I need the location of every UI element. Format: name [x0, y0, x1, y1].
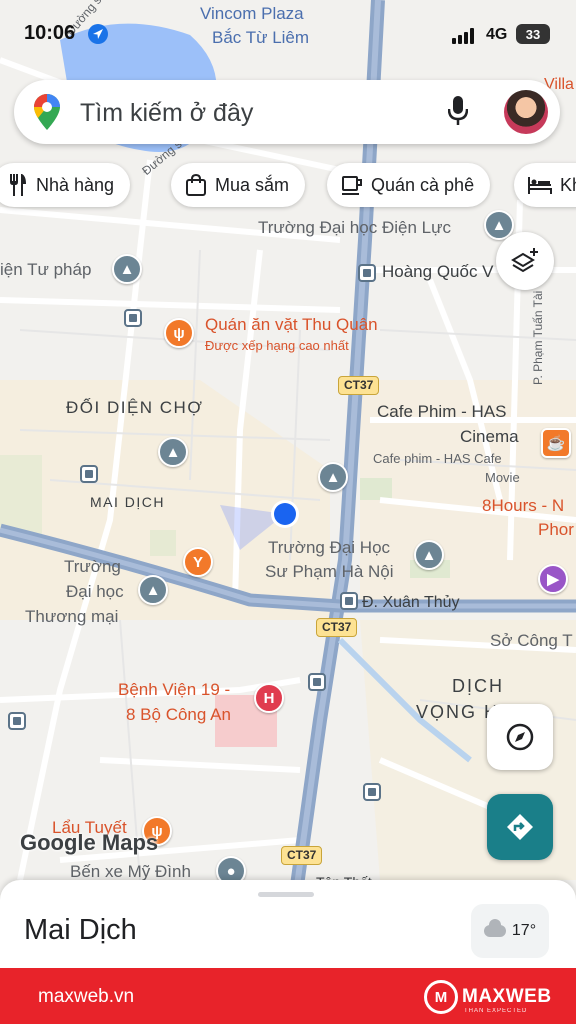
compass-icon: [506, 723, 534, 751]
fork-knife-icon: [6, 174, 28, 196]
street-label: Đ. Xuân Thủy: [362, 594, 460, 611]
chip-coffee[interactable]: Quán cà phê: [327, 163, 491, 207]
google-maps-pin-icon: [34, 94, 60, 130]
map-label[interactable]: Quán ăn vặt Thu Quân: [205, 315, 378, 335]
drag-handle[interactable]: [258, 892, 314, 897]
bar-icon[interactable]: Y: [183, 547, 213, 577]
bus-stop-icon[interactable]: [358, 264, 376, 282]
bus-stop-icon[interactable]: [363, 783, 381, 801]
chip-label: Mua sắm: [215, 174, 290, 195]
street-label: Hoàng Quốc V: [382, 262, 494, 281]
chip-label: Kh: [560, 174, 576, 195]
restaurant-icon[interactable]: ψ: [164, 318, 194, 348]
maxweb-logo-icon: M: [424, 980, 458, 1014]
road-shield: CT37: [338, 376, 380, 396]
brand-tagline: THAN EXPECTED: [464, 1008, 528, 1014]
cafe-icon[interactable]: ☕: [541, 428, 571, 458]
school-icon[interactable]: ▲: [138, 575, 168, 605]
map-label-sub: Cafe phim - HAS Cafe: [373, 451, 502, 466]
map-label[interactable]: Trường Đại học Điện Lực: [258, 218, 451, 238]
signal-icon: [452, 28, 474, 44]
road-shield: CT37: [281, 846, 323, 866]
map-label[interactable]: Bệnh Viện 19 -: [118, 680, 230, 700]
chip-restaurants[interactable]: Nhà hàng: [0, 163, 131, 207]
map-label-sub: Được xếp hạng cao nhất: [205, 338, 349, 353]
bus-stop-icon[interactable]: [308, 673, 326, 691]
status-time: 10:06: [24, 22, 76, 44]
chip-shopping[interactable]: Mua sắm: [171, 163, 306, 207]
battery-icon: 33: [516, 24, 550, 44]
cloud-icon: [483, 919, 506, 937]
directions-icon: [507, 814, 533, 840]
area-label: ĐỐI DIỆN CHỢ: [66, 398, 204, 417]
microphone-icon[interactable]: [448, 96, 468, 126]
weather-badge[interactable]: 17°: [471, 904, 549, 958]
layers-icon: [511, 248, 538, 273]
school-icon[interactable]: ▲: [414, 540, 444, 570]
map-label[interactable]: Sư Phạm Hà Nội: [265, 562, 394, 582]
map-label[interactable]: Đại học: [66, 582, 124, 602]
map-label[interactable]: Trường: [64, 557, 121, 577]
directions-button[interactable]: [487, 794, 553, 860]
hospital-icon[interactable]: H: [254, 683, 284, 713]
network-type: 4G: [486, 26, 508, 43]
footer-site: maxweb.vn: [38, 986, 135, 1007]
shopping-bag-icon: [185, 174, 207, 196]
brand-name: MAXWEB: [462, 986, 552, 1007]
map-label[interactable]: Cafe Phim - HAS: [377, 402, 506, 422]
area-label: DỊCH: [452, 676, 504, 696]
chip-label: Quán cà phê: [371, 174, 475, 195]
chip-label: Nhà hàng: [36, 174, 115, 195]
map-label[interactable]: Cinema: [460, 427, 519, 447]
location-arrow-icon: [88, 24, 108, 44]
map-label-sub: Movie: [485, 470, 520, 485]
map-label[interactable]: 8 Bộ Công An: [126, 705, 231, 725]
map-label[interactable]: Phor: [538, 520, 574, 540]
map-label[interactable]: Sở Công T: [490, 631, 573, 651]
school-icon[interactable]: ▲: [318, 462, 348, 492]
bus-stop-icon[interactable]: [8, 712, 26, 730]
bus-stop-icon[interactable]: [124, 309, 142, 327]
temperature: 17°: [511, 922, 537, 939]
avatar[interactable]: [504, 90, 548, 134]
status-bar: 10:06 4G 33: [0, 0, 576, 66]
map-label[interactable]: Bến xe Mỹ Đình: [70, 862, 191, 882]
chip-hotels[interactable]: Kh: [514, 163, 576, 207]
cinema-icon[interactable]: ▶: [538, 564, 568, 594]
search-input[interactable]: Tìm kiếm ở đây: [80, 99, 253, 128]
area-label: MAI DỊCH: [90, 494, 165, 510]
layers-button[interactable]: [496, 232, 554, 290]
school-icon[interactable]: ▲: [158, 437, 188, 467]
google-maps-logo: Google Maps: [20, 830, 159, 855]
battery-level: 33: [525, 26, 541, 42]
map-label[interactable]: iện Tư pháp: [0, 260, 91, 280]
street-label: P. Phạm Tuấn Tài: [531, 290, 545, 385]
footer-banner: maxweb.vn M MAXWEB THAN EXPECTED: [0, 968, 576, 1024]
brand-logo: M MAXWEB THAN EXPECTED: [424, 980, 552, 1014]
my-location-button[interactable]: [487, 704, 553, 770]
bottom-sheet[interactable]: Mai Dịch 17°: [0, 880, 576, 970]
bus-stop-icon[interactable]: [80, 465, 98, 483]
place-name: Mai Dịch: [24, 914, 137, 946]
bus-stop-icon[interactable]: [340, 592, 358, 610]
search-bar[interactable]: Tìm kiếm ở đây: [14, 80, 560, 144]
map-label[interactable]: 8Hours - N: [482, 496, 564, 516]
hotel-bed-icon: [528, 174, 552, 196]
map-label[interactable]: Trường Đại Học: [268, 538, 390, 558]
school-icon[interactable]: ▲: [112, 254, 142, 284]
coffee-cup-icon: [341, 174, 363, 196]
map-label[interactable]: Thương mại: [25, 607, 118, 627]
road-shield: CT37: [316, 618, 358, 638]
